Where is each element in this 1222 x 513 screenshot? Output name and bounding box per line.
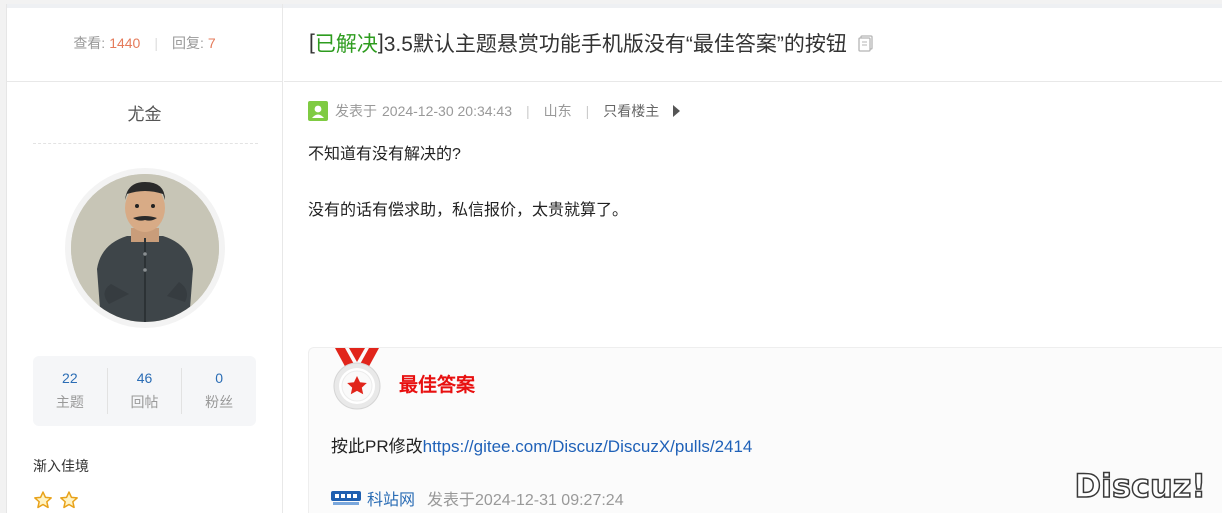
best-answer-byline: 科站网 发表于2024-12-31 09:27:24 (331, 486, 624, 510)
meta-divider: | (526, 103, 530, 119)
meta-divider: | (585, 103, 590, 119)
best-answer-link[interactable]: https://gitee.com/Discuz/DiscuzX/pulls/2… (423, 437, 753, 456)
user-level[interactable]: 渐入佳境 (33, 456, 282, 476)
site-logo-icon[interactable] (331, 489, 361, 507)
replies-count: 7 (207, 34, 216, 51)
post-content: 不知道有没有解决的? 没有的话有偿求助，私信报价，太贵就算了。 (308, 147, 1222, 219)
avatar-ring (64, 168, 225, 328)
best-answer-text: 按此PR修改https://gitee.com/Discuz/DiscuzX/p… (331, 432, 752, 457)
best-answer-time: 发表于2024-12-31 09:27:24 (427, 492, 624, 509)
best-answer-author[interactable]: 科站网 (367, 486, 415, 510)
thread-title: [ 已解决 ] 3.5默认主题悬赏功能手机版没有“最佳答案”的按钮 (284, 4, 1222, 82)
count-value: 22 (62, 370, 78, 386)
star-icon (34, 491, 52, 509)
post-paragraph: 不知道有没有解决的? (308, 146, 461, 163)
replies-label: 回复: (172, 34, 204, 51)
avatar[interactable] (70, 174, 219, 322)
author-sidebar: 查看: 1440 | 回复: 7 尤金 22 主题 46 回帖 0 粉丝 渐入佳… (7, 4, 283, 513)
best-answer-prefix: 按此PR修改 (331, 437, 423, 456)
count-fans[interactable]: 0 粉丝 (182, 368, 256, 414)
count-posts[interactable]: 46 回帖 (108, 368, 183, 414)
online-status-icon (308, 101, 328, 121)
posted-label: 发表于 (335, 103, 377, 119)
post-paragraph: 没有的话有偿求助，私信报价，太贵就算了。 (308, 202, 629, 219)
views-count: 1440 (109, 34, 141, 51)
views-label: 查看: (73, 34, 106, 51)
best-answer-heading: 最佳答案 (399, 375, 476, 396)
author-name[interactable]: 尤金 (7, 100, 282, 125)
solved-badge[interactable]: 已解决 (315, 28, 378, 58)
count-label: 主题 (55, 394, 84, 410)
author-counts: 22 主题 46 回帖 0 粉丝 (33, 356, 256, 426)
thread-frame: 查看: 1440 | 回复: 7 尤金 22 主题 46 回帖 0 粉丝 渐入佳… (6, 4, 1222, 513)
count-threads[interactable]: 22 主题 (33, 368, 108, 414)
star-icon (60, 491, 78, 509)
count-label: 粉丝 (205, 394, 234, 410)
thread-title-text: 3.5默认主题悬赏功能手机版没有“最佳答案”的按钮 (383, 32, 847, 56)
count-label: 回帖 (130, 394, 159, 410)
post-meta: 发表于 2024-12-30 20:34:43 | 山东 | 只看楼主 (308, 101, 1222, 121)
post-main: [ 已解决 ] 3.5默认主题悬赏功能手机版没有“最佳答案”的按钮 发表于 20… (284, 4, 1222, 513)
count-value: 0 (215, 370, 224, 386)
copy-link-icon[interactable] (857, 34, 875, 52)
expand-arrow-icon[interactable] (673, 105, 681, 117)
count-value: 46 (136, 370, 153, 386)
only-author-link[interactable]: 只看楼主 (603, 101, 659, 121)
posted-time: 2024-12-30 20:34:43 (382, 103, 512, 119)
medal-icon (329, 348, 385, 417)
dashed-divider (33, 143, 258, 144)
thread-stats: 查看: 1440 | 回复: 7 (7, 4, 282, 82)
stats-divider: | (154, 34, 158, 51)
discuz-watermark: Discuz! (1074, 466, 1207, 506)
post-location: 山东 (543, 103, 572, 119)
level-stars (33, 490, 282, 510)
